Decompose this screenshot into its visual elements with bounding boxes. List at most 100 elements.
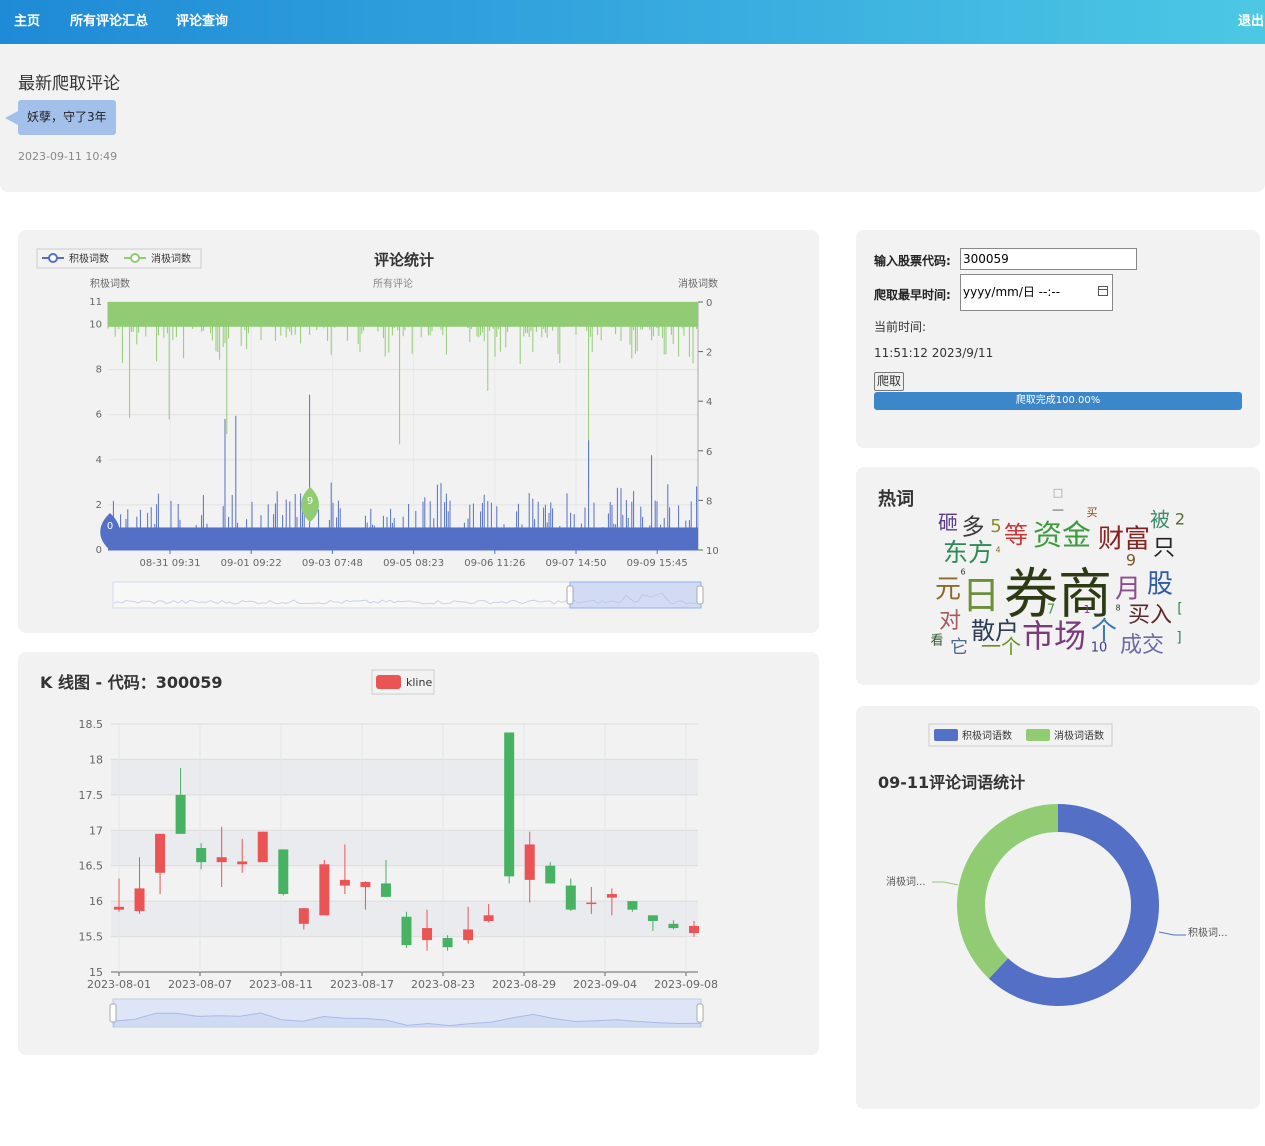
stats-right-axis-name: 消极词数 bbox=[678, 277, 718, 290]
kline-legend[interactable]: kline bbox=[371, 669, 435, 695]
donut-label-line-positive bbox=[1158, 931, 1186, 936]
stats-subtitle: 所有评论 bbox=[373, 277, 413, 290]
nav-all-comments[interactable]: 所有评论汇总 bbox=[70, 0, 148, 44]
kline-x-tick-label: 2023-08-23 bbox=[411, 978, 475, 991]
donut-title: 09-11评论词语统计 bbox=[878, 773, 1025, 792]
hotword-18: 只 bbox=[1153, 536, 1175, 561]
kline-candle-body bbox=[545, 865, 556, 884]
marker-pin-0-label: 0 bbox=[107, 521, 113, 532]
hotword-4: 财富 bbox=[1098, 525, 1150, 555]
kline-candle-body bbox=[319, 864, 330, 916]
hotword-28: [ bbox=[1177, 601, 1182, 617]
stats-right-tick-label: 8 bbox=[706, 496, 712, 507]
stats-x-tick-label: 09-05 08:23 bbox=[383, 558, 444, 569]
stats-x-tick-label: 09-09 15:45 bbox=[627, 558, 688, 569]
kline-candle-body bbox=[483, 915, 494, 921]
hotword-33: 7 bbox=[1047, 603, 1055, 618]
current-time-label: 当前时间: bbox=[874, 320, 927, 334]
kline-datazoom-slider[interactable] bbox=[109, 998, 704, 1028]
kline-candle-body bbox=[298, 908, 309, 924]
legend-positive-dot bbox=[48, 253, 58, 263]
kline-x-tick-label: 2023-09-04 bbox=[573, 978, 637, 991]
stats-right-tick-label: 10 bbox=[706, 546, 719, 557]
hotword-26: 买 bbox=[1087, 506, 1098, 519]
hotwords-card: 热词 券商日市场 资金 财富 散户 东方股月个买入 成交等多砸元对一个只被 2 5 9 它看 10 买… bbox=[856, 467, 1260, 685]
kline-legend-swatch bbox=[376, 675, 401, 689]
nav-comment-query[interactable]: 评论查询 bbox=[176, 0, 228, 44]
datazoom-window[interactable] bbox=[569, 581, 702, 609]
hotword-12: 等 bbox=[1004, 521, 1028, 549]
kline-y-tick-label: 18 bbox=[89, 753, 103, 766]
stats-left-tick-label: 4 bbox=[96, 455, 102, 466]
kline-candle-body bbox=[237, 861, 248, 865]
marker-pin-9[interactable]: 9 bbox=[300, 487, 320, 522]
donut-label-line-negative bbox=[932, 881, 959, 886]
nav-home[interactable]: 主页 bbox=[14, 0, 40, 44]
donut-legend[interactable]: 积极词语数 消极词语数 bbox=[928, 723, 1113, 747]
stock-code-input[interactable] bbox=[960, 248, 1137, 270]
kline-chart: K 线图 - 代码：300059 kline 1515.51616.51717.… bbox=[40, 669, 718, 1028]
hotword-31: 6 bbox=[960, 568, 965, 577]
stats-left-tick-label: 10 bbox=[89, 320, 102, 331]
donut-legend-positive-label: 积极词语数 bbox=[962, 729, 1012, 742]
kline-y-tick-label: 17.5 bbox=[79, 789, 104, 802]
kline-x-tick-label: 2023-08-07 bbox=[168, 978, 232, 991]
kline-candle-body bbox=[668, 923, 679, 929]
donut-slice-negative[interactable] bbox=[957, 804, 1058, 979]
current-time-value: 11:51:12 2023/9/11 bbox=[874, 346, 994, 360]
stats-left-tick-label: 2 bbox=[96, 500, 102, 511]
hotword-1: 日 bbox=[962, 574, 1000, 618]
hotwords-cloud: 券商日市场资金 财富散户东方股月个买入成交等多砸元对一个只被 259它看 10买1[]… bbox=[930, 486, 1185, 659]
kline-candle-body bbox=[196, 848, 207, 863]
legend-negative-dot bbox=[130, 253, 140, 263]
kline-legend-label: kline bbox=[406, 676, 432, 689]
kline-card: K 线图 - 代码：300059 kline 15 15.5 16 16.5 17 17.… bbox=[18, 652, 819, 1055]
stats-left-tick-label: 8 bbox=[96, 365, 102, 376]
hotword-27: 1 bbox=[1084, 603, 1091, 616]
latest-comment-panel: 最新爬取评论 妖孽，守了3年 2023-09-11 10:49 bbox=[0, 44, 1265, 192]
kline-datazoom-handle-right[interactable] bbox=[696, 1003, 704, 1023]
hotword-3: 资金 bbox=[1033, 518, 1091, 552]
hotword-22: 9 bbox=[1126, 551, 1136, 570]
crawl-progress-fill: 爬取完成100.00% bbox=[874, 392, 1242, 410]
stats-datazoom-slider[interactable] bbox=[112, 581, 704, 609]
kline-x-tick-label: 2023-08-29 bbox=[492, 978, 556, 991]
kline-candle-body bbox=[422, 928, 433, 941]
kline-candle-body bbox=[360, 882, 371, 887]
earliest-time-label: 爬取最早时间: bbox=[874, 288, 951, 302]
datazoom-handle-left[interactable] bbox=[566, 585, 574, 605]
stats-legend[interactable]: 积极词数 消极词数 bbox=[36, 248, 202, 269]
hotword-2: 市场 bbox=[1022, 617, 1086, 655]
hotword-25: 10 bbox=[1091, 641, 1108, 656]
kline-candle-body bbox=[689, 925, 699, 934]
kline-x-tick-label: 2023-08-11 bbox=[249, 978, 313, 991]
comment-timestamp: 2023-09-11 10:49 bbox=[18, 150, 118, 163]
word-stats-donut-chart: 积极词语数 消极词语数 09-11评论词语统计 积极词... 消极词... bbox=[878, 723, 1228, 1006]
stats-right-tick-label: 6 bbox=[706, 447, 712, 458]
earliest-time-input[interactable]: yyyy/mm/日 --:-- bbox=[960, 274, 1113, 311]
hotword-30: 4 bbox=[995, 546, 1000, 555]
kline-candle-body bbox=[134, 888, 145, 912]
kline-title: K 线图 - 代码：300059 bbox=[40, 673, 223, 692]
comment-stats-chart: 积极词数 消极词数 评论统计 所有评论 积极词数 消极词数 024681011 … bbox=[36, 248, 719, 609]
donut-legend-negative-swatch bbox=[1026, 729, 1050, 741]
datazoom-handle-right[interactable] bbox=[696, 585, 704, 605]
hotword-14: 砸 bbox=[938, 511, 958, 535]
calendar-icon[interactable] bbox=[1098, 286, 1108, 296]
stats-x-tick-label: 08-31 09:31 bbox=[139, 558, 200, 569]
kline-x-tick-label: 2023-08-01 bbox=[87, 978, 151, 991]
hotword-34: — bbox=[1052, 503, 1064, 517]
latest-title: 最新爬取评论 bbox=[18, 74, 120, 94]
kline-candle-body bbox=[339, 879, 350, 886]
hotword-24: 看 bbox=[930, 633, 943, 649]
logout-link[interactable]: 退出 bbox=[1238, 0, 1265, 44]
hotword-11: 成交 bbox=[1120, 633, 1164, 658]
stats-left-tick-label: 0 bbox=[96, 545, 102, 556]
kline-y-tick-label: 15.5 bbox=[79, 931, 104, 944]
kline-datazoom-handle-left[interactable] bbox=[109, 1003, 117, 1023]
stats-right-tick-label: 0 bbox=[706, 298, 712, 309]
kline-x-tick-label: 2023-08-17 bbox=[330, 978, 394, 991]
crawl-button[interactable]: 爬取 bbox=[874, 372, 905, 391]
hotword-13: 多 bbox=[962, 515, 985, 541]
hotword-35: □ bbox=[1053, 486, 1063, 499]
